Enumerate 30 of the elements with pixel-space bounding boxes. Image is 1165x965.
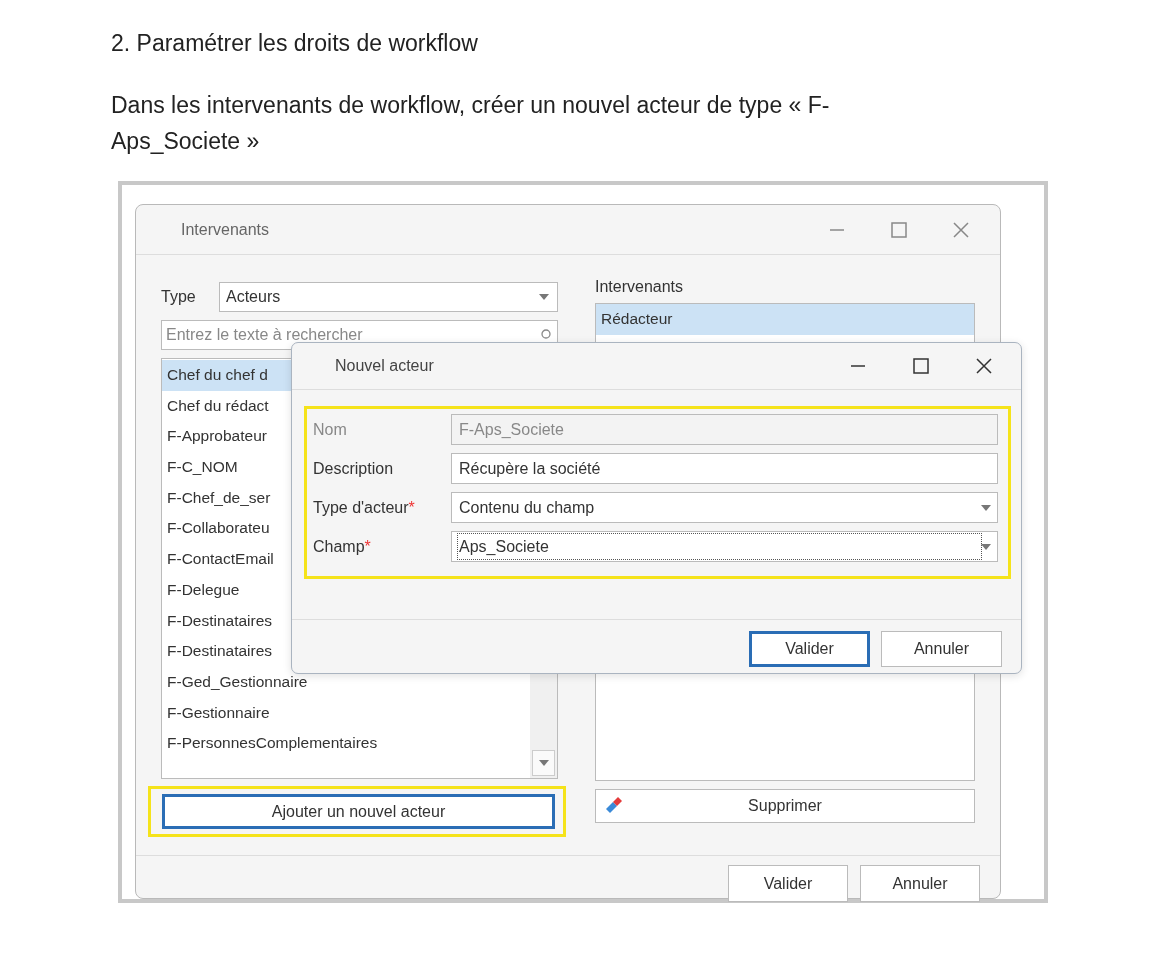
input-field[interactable]: Récupère la société <box>451 453 998 484</box>
actor-list-item[interactable]: F-Gestionnaire <box>162 697 530 729</box>
caret-down-icon <box>981 504 991 511</box>
dialog-button[interactable]: Valider <box>728 865 848 902</box>
field-label: Description <box>313 459 395 478</box>
search-icon <box>540 329 552 341</box>
scroll-down-icon <box>538 760 549 766</box>
delete-button[interactable]: Supprimer <box>595 789 975 823</box>
dropdown-field[interactable]: Aps_Societe <box>451 531 998 562</box>
caret-down-icon <box>539 294 549 300</box>
window-title: Intervenants <box>181 220 271 239</box>
type-dropdown[interactable]: Acteurs <box>219 282 558 312</box>
maximize-icon[interactable] <box>912 357 930 375</box>
section-heading: 2. Paramétrer les droits de workflow <box>111 30 479 57</box>
dropdown-field[interactable]: Contenu du champ <box>451 492 998 523</box>
dialog-button[interactable]: Valider <box>749 631 870 667</box>
type-label: Type <box>161 288 197 306</box>
field-label: Champ* <box>313 537 372 556</box>
dialog-button[interactable]: Annuler <box>881 631 1002 667</box>
actor-list-item[interactable]: F-PersonnesComplementaires <box>162 728 530 759</box>
field-label: Type d'acteur* <box>313 498 416 517</box>
field-label: Nom <box>313 420 348 439</box>
instruction-text: Dans les intervenants de workflow, créer un nouvel acteur de type « F-Aps_Societe » <box>111 91 831 156</box>
close-icon[interactable] <box>975 357 993 375</box>
participants-label: Intervenants <box>595 278 685 297</box>
dialog-title: Nouvel acteur <box>335 357 435 375</box>
add-actor-button[interactable]: Ajouter un nouvel acteur <box>162 794 555 829</box>
participant-list-item[interactable]: Rédacteur <box>596 304 974 335</box>
caret-down-icon <box>981 543 991 550</box>
dialog-button[interactable]: Annuler <box>860 865 980 902</box>
